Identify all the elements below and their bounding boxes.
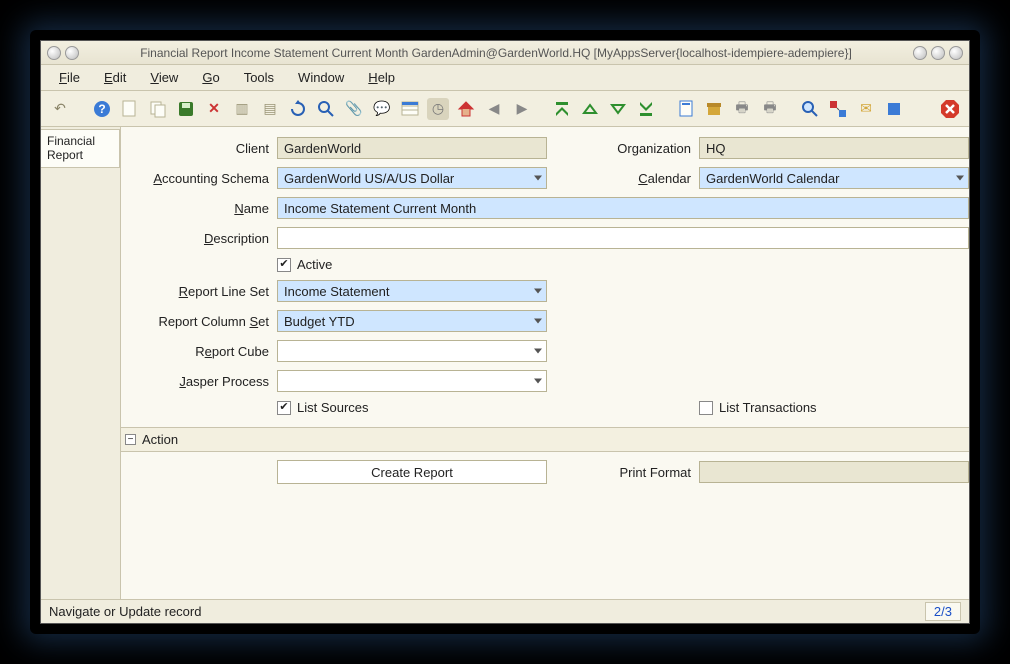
archive-icon[interactable] — [703, 98, 725, 120]
client-label: Client — [121, 141, 271, 156]
list-sources-row[interactable]: ✔ List Sources — [277, 400, 547, 415]
close-window-button[interactable] — [949, 46, 963, 60]
workflow-icon[interactable] — [827, 98, 849, 120]
report-cube-label: Report Cube — [121, 344, 271, 359]
collapse-icon[interactable]: − — [125, 434, 136, 445]
name-field[interactable]: Income Statement Current Month — [277, 197, 969, 219]
first-record-icon[interactable] — [551, 98, 573, 120]
jasper-process-label: Jasper Process — [121, 374, 271, 389]
copy-icon[interactable] — [147, 98, 169, 120]
refresh-icon[interactable] — [287, 98, 309, 120]
tab-financial-report[interactable]: Financial Report — [41, 129, 120, 168]
form-panel: Client GardenWorld Organization HQ Accou… — [121, 127, 969, 599]
toolbar: ↶ ? ✕ ▥ ▤ 📎 💬 ◷ ◀ ▶ — [41, 91, 969, 127]
menu-tools[interactable]: Tools — [234, 68, 284, 87]
folder-icon[interactable]: ▥ — [231, 98, 253, 120]
main-area: Financial Report Client GardenWorld Orga… — [41, 127, 969, 599]
window-title: Financial Report Income Statement Curren… — [79, 46, 913, 60]
active-label: Active — [297, 257, 332, 272]
status-message: Navigate or Update record — [49, 604, 925, 619]
list-sources-label: List Sources — [297, 400, 369, 415]
prev-record-icon[interactable] — [579, 98, 601, 120]
menubar: File Edit View Go Tools Window Help — [41, 65, 969, 91]
menu-go[interactable]: Go — [192, 68, 229, 87]
next-record-icon[interactable] — [607, 98, 629, 120]
list-transactions-label: List Transactions — [719, 400, 817, 415]
organization-label: Organization — [553, 141, 693, 156]
print-format-field — [699, 461, 969, 483]
grid-icon[interactable] — [399, 98, 421, 120]
app-window: Financial Report Income Statement Curren… — [40, 40, 970, 624]
menu-view[interactable]: View — [140, 68, 188, 87]
zoom-icon[interactable] — [799, 98, 821, 120]
undo-icon[interactable]: ↶ — [49, 98, 71, 120]
list-sources-checkbox[interactable]: ✔ — [277, 401, 291, 415]
name-label: Name — [121, 201, 271, 216]
menu-window[interactable]: Window — [288, 68, 354, 87]
accounting-schema-label: Accounting Schema — [121, 171, 271, 186]
report-line-set-label: Report Line Set — [121, 284, 271, 299]
home-icon[interactable] — [455, 98, 477, 120]
chat-icon[interactable]: 💬 — [371, 98, 393, 120]
window-menu-icon[interactable] — [47, 46, 61, 60]
delete-icon[interactable]: ✕ — [203, 98, 225, 120]
report-column-set-label: Report Column Set — [121, 314, 271, 329]
exit-icon[interactable] — [939, 98, 961, 120]
action-section[interactable]: − Action — [121, 427, 969, 452]
window-icon — [65, 46, 79, 60]
description-field[interactable] — [277, 227, 969, 249]
print-format-label: Print Format — [553, 465, 693, 480]
active-checkbox[interactable]: ✔ — [277, 258, 291, 272]
attach-icon[interactable]: 📎 — [343, 98, 365, 120]
menu-file[interactable]: File — [49, 68, 90, 87]
client-field: GardenWorld — [277, 137, 547, 159]
report-icon[interactable] — [675, 98, 697, 120]
tab-sidebar: Financial Report — [41, 127, 121, 599]
report-column-set-combo[interactable]: Budget YTD — [277, 310, 547, 332]
last-record-icon[interactable] — [635, 98, 657, 120]
jasper-process-combo[interactable] — [277, 370, 547, 392]
new-icon[interactable] — [119, 98, 141, 120]
titlebar: Financial Report Income Statement Curren… — [41, 41, 969, 65]
print2-icon[interactable]: 🖶 — [759, 98, 781, 120]
active-checkbox-row[interactable]: ✔ Active — [277, 257, 969, 272]
record-counter: 2/3 — [925, 602, 961, 621]
svg-text:?: ? — [98, 102, 105, 116]
request-icon[interactable]: ✉ — [855, 98, 877, 120]
accounting-schema-combo[interactable]: GardenWorld US/A/US Dollar — [277, 167, 547, 189]
tab-label-line1: Financial — [47, 134, 113, 148]
report-line-set-combo[interactable]: Income Statement — [277, 280, 547, 302]
list-transactions-checkbox[interactable] — [699, 401, 713, 415]
statusbar: Navigate or Update record 2/3 — [41, 599, 969, 623]
report-cube-combo[interactable] — [277, 340, 547, 362]
history-icon[interactable]: ◷ — [427, 98, 449, 120]
menu-help[interactable]: Help — [358, 68, 405, 87]
product-icon[interactable] — [883, 98, 905, 120]
find-icon[interactable] — [315, 98, 337, 120]
save-icon[interactable] — [175, 98, 197, 120]
menu-edit[interactable]: Edit — [94, 68, 136, 87]
description-label: Description — [121, 231, 271, 246]
minimize-button[interactable] — [913, 46, 927, 60]
tab-label-line2: Report — [47, 148, 113, 162]
create-report-button[interactable]: Create Report — [277, 460, 547, 484]
calendar-label: Calendar — [553, 171, 693, 186]
list-transactions-row[interactable]: List Transactions — [699, 400, 969, 415]
organization-field: HQ — [699, 137, 969, 159]
maximize-button[interactable] — [931, 46, 945, 60]
action-section-label: Action — [142, 432, 178, 447]
nav-prev-icon[interactable]: ◀ — [483, 98, 505, 120]
help-icon[interactable]: ? — [91, 98, 113, 120]
nav-next-icon[interactable]: ▶ — [511, 98, 533, 120]
folder2-icon[interactable]: ▤ — [259, 98, 281, 120]
print-icon[interactable]: 🖶 — [731, 98, 753, 120]
calendar-combo[interactable]: GardenWorld Calendar — [699, 167, 969, 189]
